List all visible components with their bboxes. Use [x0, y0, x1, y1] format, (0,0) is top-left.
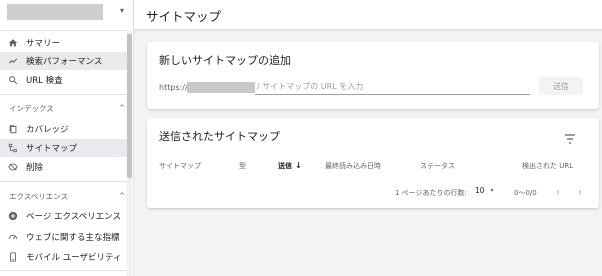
- dropdown-arrow-icon: ▾: [490, 187, 494, 194]
- plus-circle-icon: [7, 211, 19, 221]
- sidebar: ▾ サマリー 検索パフォーマンス URL 検査 インデックス ^ カバレッジ サ…: [0, 0, 134, 276]
- column-header-submitted[interactable]: 送信 ↓: [278, 161, 302, 171]
- sidebar-item-page-experience[interactable]: ページ エクスペリエンス: [0, 207, 130, 225]
- search-icon: [7, 75, 19, 85]
- card-title: 新しいサイトマップの追加: [159, 54, 291, 67]
- column-header-label: 送信: [278, 162, 292, 170]
- column-header-last-read[interactable]: 最終読み込み日時: [325, 161, 381, 171]
- sidebar-item-summary[interactable]: サマリー: [0, 34, 130, 52]
- sidebar-item-performance[interactable]: 検索パフォーマンス: [0, 52, 130, 70]
- sidebar-item-core-web-vitals[interactable]: ウェブに関する主な指標: [0, 228, 130, 246]
- sidebar-item-url-inspection[interactable]: URL 検査: [0, 71, 130, 89]
- column-header-discovered-urls[interactable]: 検出された URL: [522, 161, 573, 171]
- filter-icon[interactable]: [564, 129, 578, 144]
- sidebar-item-label: ページ エクスペリエンス: [26, 212, 122, 222]
- top-bar: サイトマップ: [134, 0, 602, 30]
- page-range: 0〜0/0: [514, 189, 537, 197]
- submitted-sitemaps-card: 送信されたサイトマップ サイトマップ 型 送信 ↓ 最終読み込み日時 ステータス …: [147, 118, 599, 208]
- sidebar-item-removals[interactable]: 削除: [0, 158, 130, 176]
- chevron-up-icon: ^: [119, 104, 125, 112]
- sidebar-item-label: サイトマップ: [26, 144, 78, 154]
- sidebar-divider: [0, 30, 130, 31]
- sidebar-divider: [0, 270, 130, 271]
- next-page-button[interactable]: ›: [573, 185, 587, 199]
- submit-button[interactable]: 送信: [539, 77, 583, 95]
- sidebar-scrollbar[interactable]: [127, 34, 132, 178]
- sidebar-divider: [0, 181, 130, 182]
- prev-page-button[interactable]: ‹: [551, 185, 565, 199]
- speedometer-icon: [7, 232, 19, 242]
- sort-down-icon: ↓: [295, 161, 302, 170]
- sidebar-item-label: ウェブに関する主な指標: [26, 233, 120, 243]
- sitemap-icon: [7, 143, 19, 153]
- sidebar-item-coverage[interactable]: カバレッジ: [0, 120, 130, 138]
- eye-off-icon: [7, 162, 19, 172]
- url-prefix: https://: [159, 83, 188, 92]
- section-label: インデックス: [9, 103, 54, 113]
- sidebar-item-label: モバイル ユーザビリティ: [26, 253, 122, 263]
- column-header-sitemap[interactable]: サイトマップ: [159, 161, 201, 171]
- column-header-status[interactable]: ステータス: [420, 161, 455, 171]
- trending-up-icon: [7, 56, 19, 66]
- section-label: エクスペリエンス: [9, 191, 69, 201]
- page-title: サイトマップ: [146, 9, 222, 24]
- phone-icon: [7, 252, 19, 262]
- sidebar-item-label: 削除: [26, 163, 44, 173]
- sidebar-item-sitemaps[interactable]: サイトマップ: [0, 139, 130, 157]
- sidebar-section-experience[interactable]: エクスペリエンス ^: [9, 190, 125, 202]
- sidebar-item-label: カバレッジ: [26, 125, 69, 135]
- home-icon: [7, 38, 19, 48]
- sitemap-url-input[interactable]: [255, 79, 530, 95]
- sidebar-item-label: 検索パフォーマンス: [26, 57, 103, 67]
- sidebar-item-label: URL 検査: [26, 76, 63, 86]
- add-sitemap-card: 新しいサイトマップの追加 https:// 送信: [147, 42, 599, 109]
- sidebar-item-mobile-usability[interactable]: モバイル ユーザビリティ: [0, 248, 130, 266]
- rows-per-page-select[interactable]: 10 ▾: [475, 186, 494, 195]
- rows-per-page-label: 1 ページあたりの行数:: [395, 189, 467, 197]
- property-selector[interactable]: [7, 4, 103, 20]
- sidebar-divider: [0, 94, 130, 95]
- chevron-down-icon[interactable]: ▾: [120, 6, 124, 15]
- column-header-type[interactable]: 型: [239, 161, 246, 171]
- chevron-up-icon: ^: [119, 192, 125, 200]
- redacted-domain: [187, 82, 255, 93]
- sidebar-section-index[interactable]: インデックス ^: [9, 102, 125, 114]
- card-title: 送信されたサイトマップ: [159, 130, 280, 143]
- rows-per-page-value: 10: [475, 186, 485, 195]
- copy-icon: [7, 124, 19, 134]
- sidebar-item-label: サマリー: [26, 39, 61, 49]
